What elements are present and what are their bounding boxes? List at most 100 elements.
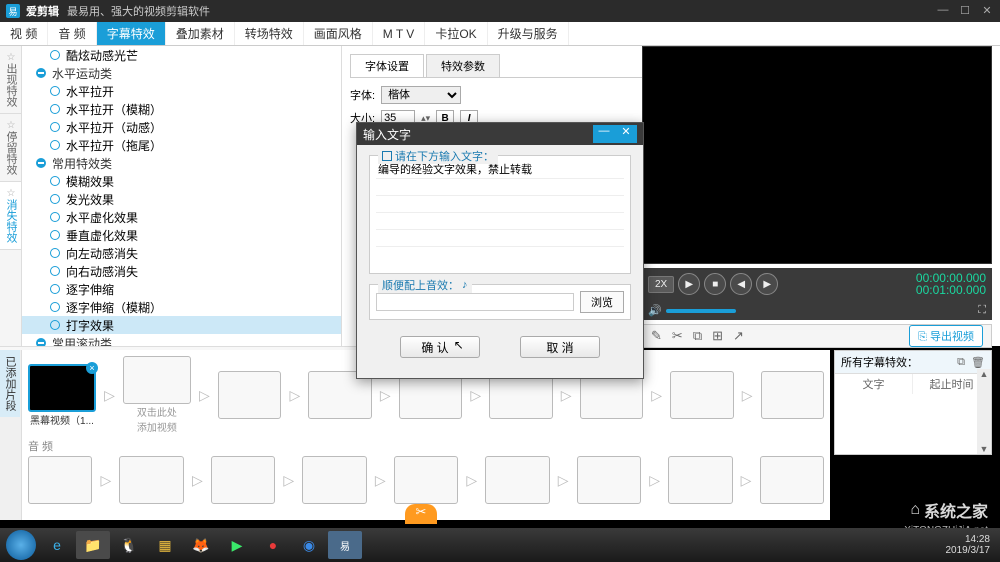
start-button[interactable] — [4, 531, 38, 559]
tab-transition[interactable]: 转场特效 — [235, 22, 304, 45]
audio-clip-slot[interactable] — [668, 456, 732, 504]
tab-upgrade[interactable]: 升级与服务 — [488, 22, 569, 45]
audio-clip-slot[interactable] — [394, 456, 458, 504]
tree-category[interactable]: 水平运动类 — [22, 64, 341, 82]
subtab-effect-params[interactable]: 特效参数 — [426, 54, 500, 77]
font-select[interactable]: 楷体 — [381, 86, 461, 104]
timeline-tab-clips[interactable]: 已添加片段 — [0, 350, 20, 417]
copy-icon[interactable]: ⧉ — [693, 328, 702, 344]
tree-item[interactable]: 打字效果 — [22, 316, 341, 334]
edit-icon[interactable]: ✎ — [651, 328, 662, 344]
audio-clip-slot[interactable] — [577, 456, 641, 504]
subtitle-text-input[interactable]: 编导的经验文字效果，禁止转载 — [376, 162, 624, 262]
audio-path-input[interactable] — [376, 293, 574, 311]
next-frame-button[interactable]: ▶ — [756, 273, 778, 295]
taskbar-clock[interactable]: 14:282019/3/17 — [946, 534, 997, 556]
empty-clip-slot[interactable] — [670, 371, 734, 419]
tree-item[interactable]: 逐字伸缩 — [22, 280, 341, 298]
clip-remove-icon[interactable]: × — [86, 362, 98, 374]
tree-category[interactable]: 常用特效类 — [22, 154, 341, 172]
sidetab-disappear[interactable]: ☆消失特效 — [0, 182, 21, 250]
tree-item[interactable]: 向右动感消失 — [22, 262, 341, 280]
transition-slot[interactable]: ▷ — [378, 383, 393, 407]
sidetab-stay[interactable]: ☆停留特效 — [0, 114, 21, 182]
copy-effect-icon[interactable]: ⧉ — [957, 356, 965, 369]
col-text[interactable]: 文字 — [835, 374, 913, 394]
empty-clip-slot[interactable] — [761, 371, 825, 419]
export-video-button[interactable]: ⎘ 导出视频 — [909, 325, 983, 347]
window-maximize-button[interactable]: ☐ — [958, 4, 972, 18]
audio-clip-slot[interactable] — [211, 456, 275, 504]
stop-button[interactable]: ■ — [704, 273, 726, 295]
tree-item[interactable]: 水平拉开（拖尾） — [22, 136, 341, 154]
tab-overlay[interactable]: 叠加素材 — [166, 22, 235, 45]
add-clip-slot[interactable] — [123, 356, 191, 404]
effects-tree[interactable]: 酷炫动感光芒水平运动类水平拉开水平拉开（模糊）水平拉开（动感）水平拉开（拖尾）常… — [22, 46, 342, 346]
grid-icon[interactable]: ⊞ — [712, 328, 723, 344]
dialog-minimize-button[interactable]: — — [593, 125, 615, 143]
audio-clip-slot[interactable] — [119, 456, 183, 504]
cut-icon[interactable]: ✂ — [672, 328, 683, 344]
taskbar-aijianji-icon[interactable]: 易 — [328, 531, 362, 559]
audio-clip-slot[interactable] — [302, 456, 366, 504]
fullscreen-icon[interactable]: ⛶ — [978, 304, 986, 317]
taskbar-firefox-icon[interactable]: 🦊 — [184, 531, 218, 559]
empty-clip-slot[interactable] — [218, 371, 282, 419]
taskbar[interactable]: e 📁 🐧 ▦ 🦊 ▶ ● ◉ 易 14:282019/3/17 — [0, 528, 1000, 562]
tab-video[interactable]: 视 频 — [0, 22, 48, 45]
window-minimize-button[interactable]: — — [936, 4, 950, 18]
tab-style[interactable]: 画面风格 — [304, 22, 373, 45]
tree-item[interactable]: 酷炫动感光芒 — [22, 46, 341, 64]
audio-clip-slot[interactable] — [28, 456, 92, 504]
prev-frame-button[interactable]: ◀ — [730, 273, 752, 295]
taskbar-explorer-icon[interactable]: 📁 — [76, 531, 110, 559]
dialog-close-button[interactable]: ✕ — [615, 125, 637, 143]
taskbar-ie-icon[interactable]: e — [40, 531, 74, 559]
window-close-button[interactable]: ✕ — [980, 4, 994, 18]
audio-clip-slot[interactable] — [485, 456, 549, 504]
split-clip-button[interactable]: ✂ — [405, 504, 437, 524]
sidetab-appear[interactable]: ☆出现特效 — [0, 46, 21, 114]
video-preview[interactable] — [642, 46, 992, 264]
taskbar-app-icon[interactable]: ▦ — [148, 531, 182, 559]
cancel-button[interactable]: 取 消 — [520, 336, 600, 358]
clip-1[interactable]: × — [28, 364, 96, 412]
tab-audio[interactable]: 音 频 — [48, 22, 96, 45]
tree-item[interactable]: 模糊效果 — [22, 172, 341, 190]
play-button[interactable]: ▶ — [678, 273, 700, 295]
transition-slot[interactable]: ▷ — [740, 383, 755, 407]
transition-slot[interactable]: ▷ — [287, 383, 302, 407]
transition-slot[interactable]: ▷ — [649, 383, 664, 407]
taskbar-record-icon[interactable]: ● — [256, 531, 290, 559]
tree-item[interactable]: 发光效果 — [22, 190, 341, 208]
volume-icon[interactable]: 🔊 — [648, 304, 662, 317]
tab-subtitle-effects[interactable]: 字幕特效 — [97, 22, 166, 45]
tab-mtv[interactable]: M T V — [373, 22, 426, 45]
ok-button[interactable]: 确 认 — [400, 336, 480, 358]
tree-item[interactable]: 水平拉开（模糊） — [22, 100, 341, 118]
tab-karaoke[interactable]: 卡拉OK — [425, 22, 487, 45]
tree-item[interactable]: 垂直虚化效果 — [22, 226, 341, 244]
clip-1-label: 黑幕视频（1... — [28, 412, 96, 427]
taskbar-app2-icon[interactable]: ◉ — [292, 531, 326, 559]
tree-item[interactable]: 逐字伸缩（模糊） — [22, 298, 341, 316]
delete-effect-icon[interactable]: 🗑 — [971, 356, 985, 369]
taskbar-qq-icon[interactable]: 🐧 — [112, 531, 146, 559]
audio-clip-slot[interactable] — [760, 456, 824, 504]
speed-button[interactable]: 2X — [648, 276, 674, 293]
tree-item[interactable]: 水平拉开（动感） — [22, 118, 341, 136]
volume-slider[interactable] — [666, 309, 736, 313]
transition-slot[interactable]: ▷ — [197, 383, 212, 407]
share-icon[interactable]: ↗ — [733, 328, 744, 344]
transition-slot[interactable]: ▷ — [102, 383, 117, 407]
taskbar-player-icon[interactable]: ▶ — [220, 531, 254, 559]
tree-item[interactable]: 水平虚化效果 — [22, 208, 341, 226]
effects-scrollbar[interactable]: ▲▼ — [977, 369, 991, 454]
tree-category[interactable]: 常用滚动类 — [22, 334, 341, 346]
subtab-font[interactable]: 字体设置 — [350, 54, 424, 77]
browse-button[interactable]: 浏览 — [580, 291, 624, 313]
tree-item[interactable]: 向左动感消失 — [22, 244, 341, 262]
transition-slot[interactable]: ▷ — [559, 383, 574, 407]
tree-item[interactable]: 水平拉开 — [22, 82, 341, 100]
transition-slot[interactable]: ▷ — [468, 383, 483, 407]
